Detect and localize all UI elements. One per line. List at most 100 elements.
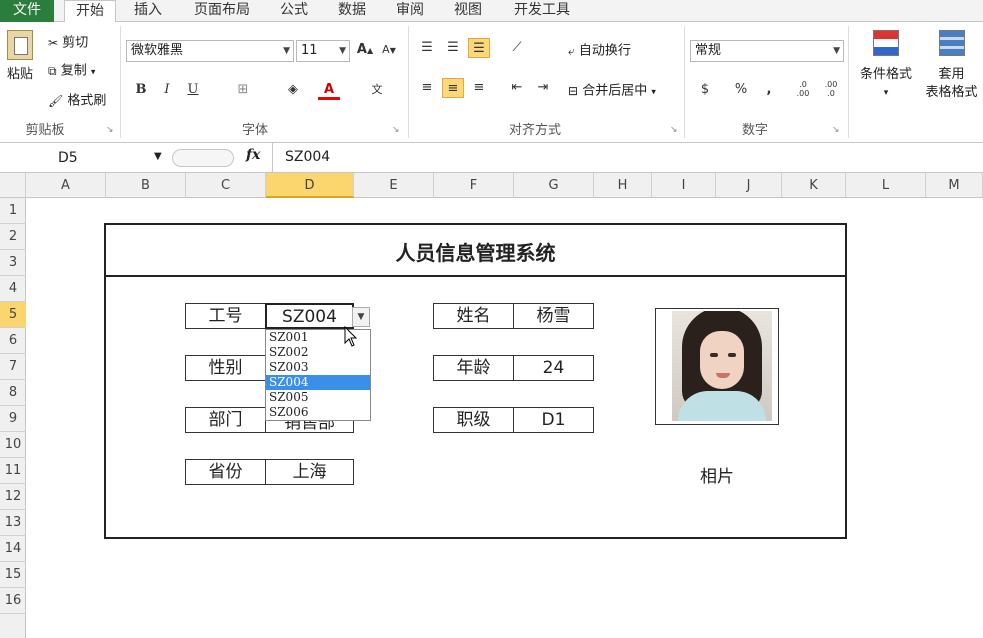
name-box[interactable]: D5	[0, 147, 170, 169]
grow-font-icon[interactable]: A▲	[354, 40, 376, 60]
conditional-format-button[interactable]: 条件格式 ▾	[854, 30, 918, 102]
tab-data[interactable]: 数据	[328, 0, 376, 22]
border-icon[interactable]: ⊞	[232, 80, 254, 100]
font-name-select[interactable]: 微软雅黑 ▼	[126, 40, 294, 62]
group-divider	[684, 26, 685, 138]
formula-input[interactable]: SZ004	[285, 149, 330, 165]
wrap-text-button[interactable]: ⤶ 自动换行	[568, 42, 631, 61]
column-header[interactable]: C	[186, 173, 266, 198]
increase-decimal-button[interactable]: .0 .00	[792, 80, 814, 100]
align-center-icon[interactable]: ≡	[442, 78, 464, 98]
cut-button[interactable]: ✂ 剪切	[48, 34, 88, 53]
copy-button[interactable]: ⧉ 复制 ▾	[48, 62, 95, 82]
increase-indent-icon[interactable]: ⇥	[532, 78, 554, 98]
row-header[interactable]: 6	[0, 328, 26, 354]
align-right-icon[interactable]: ≡	[468, 78, 490, 98]
dropdown-option-highlighted[interactable]: SZ004	[266, 375, 370, 390]
column-header[interactable]: M	[926, 173, 983, 198]
align-top-icon[interactable]: ☰	[416, 38, 438, 58]
decrease-decimal-button[interactable]: .00 .0	[820, 80, 842, 100]
number-launcher-icon[interactable]: ↘	[832, 121, 840, 139]
tab-file[interactable]: 文件	[0, 0, 54, 22]
dropdown-option[interactable]: SZ003	[266, 360, 370, 375]
orientation-icon[interactable]: ⟋	[506, 38, 528, 58]
level-label: 职级	[433, 407, 514, 433]
column-header[interactable]: I	[652, 173, 716, 198]
column-header[interactable]: F	[434, 173, 514, 198]
name-value-cell[interactable]: 杨雪	[513, 303, 594, 329]
alignment-group-label: 对齐方式	[508, 123, 561, 138]
bold-button[interactable]: B	[130, 80, 152, 100]
font-color-icon[interactable]: A	[318, 80, 340, 100]
row-header[interactable]: 13	[0, 510, 26, 536]
tab-review[interactable]: 审阅	[386, 0, 434, 22]
format-as-table-button[interactable]: 套用 表格格式	[920, 30, 983, 102]
row-header[interactable]: 1	[0, 198, 26, 224]
id-value-cell[interactable]: SZ004	[265, 303, 354, 329]
column-header[interactable]: J	[716, 173, 782, 198]
merge-center-button[interactable]: ⊟ 合并后居中 ▾	[568, 82, 656, 102]
ribbon: 粘贴 ✂ 剪切 ⧉ 复制 ▾ 🖌 格式刷 剪贴板 ↘ 微软雅黑 ▼ 11 ▼ A▲ …	[0, 22, 983, 143]
province-value-cell[interactable]: 上海	[265, 459, 354, 485]
name-box-dropdown-icon[interactable]: ▼	[154, 151, 162, 162]
dropdown-option[interactable]: SZ005	[266, 390, 370, 405]
row-header[interactable]: 3	[0, 250, 26, 276]
format-painter-button[interactable]: 🖌 格式刷	[48, 92, 106, 111]
level-value-cell[interactable]: D1	[513, 407, 594, 433]
dropdown-arrow-icon[interactable]: ▼	[352, 307, 370, 327]
paste-button[interactable]: 粘贴	[4, 30, 36, 84]
column-header[interactable]: B	[106, 173, 186, 198]
table-format-icon	[938, 30, 965, 56]
insert-function-icon[interactable]: fx	[246, 147, 260, 163]
row-header[interactable]: 2	[0, 224, 26, 250]
tab-page-layout[interactable]: 页面布局	[182, 0, 262, 22]
align-left-icon[interactable]: ≡	[416, 78, 438, 98]
format-as-table-label-2: 表格格式	[925, 85, 978, 100]
row-header[interactable]: 4	[0, 276, 26, 302]
row-header[interactable]: 10	[0, 432, 26, 458]
row-header[interactable]: 14	[0, 536, 26, 562]
column-header[interactable]: E	[354, 173, 434, 198]
align-bottom-icon[interactable]: ☰	[468, 38, 490, 58]
column-header-selected[interactable]: D	[266, 173, 354, 198]
decrease-indent-icon[interactable]: ⇤	[506, 78, 528, 98]
column-header[interactable]: G	[514, 173, 594, 198]
age-value-cell[interactable]: 24	[513, 355, 594, 381]
row-header[interactable]: 15	[0, 562, 26, 588]
font-size-select[interactable]: 11 ▼	[296, 40, 350, 62]
row-header[interactable]: 12	[0, 484, 26, 510]
chevron-down-icon: ▼	[833, 46, 840, 56]
tab-view[interactable]: 视图	[444, 0, 492, 22]
column-header[interactable]: H	[594, 173, 652, 198]
underline-button[interactable]: U	[182, 80, 204, 100]
row-header[interactable]: 11	[0, 458, 26, 484]
shrink-font-icon[interactable]: A▼	[378, 40, 400, 60]
tab-developer[interactable]: 开发工具	[502, 0, 582, 22]
number-format-select[interactable]: 常规 ▼	[690, 40, 844, 62]
clipboard-launcher-icon[interactable]: ↘	[106, 121, 114, 139]
row-header-selected[interactable]: 5	[0, 302, 26, 328]
row-header[interactable]: 9	[0, 406, 26, 432]
row-header[interactable]: 7	[0, 354, 26, 380]
font-launcher-icon[interactable]: ↘	[392, 121, 400, 139]
tab-formulas[interactable]: 公式	[270, 0, 318, 22]
column-header[interactable]: L	[846, 173, 926, 198]
comma-button[interactable]: ,	[758, 80, 780, 100]
select-all-corner[interactable]	[0, 173, 26, 198]
percent-button[interactable]: %	[730, 80, 752, 100]
phonetic-icon[interactable]: 文	[366, 80, 388, 100]
alignment-launcher-icon[interactable]: ↘	[670, 121, 678, 139]
row-header[interactable]: 16	[0, 588, 26, 614]
tab-insert[interactable]: 插入	[124, 0, 172, 22]
italic-button[interactable]: I	[156, 80, 178, 100]
row-header[interactable]: 8	[0, 380, 26, 406]
tab-home[interactable]: 开始	[64, 0, 116, 23]
column-header[interactable]: K	[782, 173, 846, 198]
currency-icon[interactable]: $	[694, 80, 716, 100]
align-middle-icon[interactable]: ☰	[442, 38, 464, 58]
conditional-format-label: 条件格式	[859, 67, 912, 82]
fill-color-icon[interactable]: ◈	[282, 80, 304, 100]
column-header[interactable]: A	[26, 173, 106, 198]
formula-bar-resize-handle[interactable]	[172, 149, 234, 167]
dropdown-option[interactable]: SZ006	[266, 405, 370, 420]
